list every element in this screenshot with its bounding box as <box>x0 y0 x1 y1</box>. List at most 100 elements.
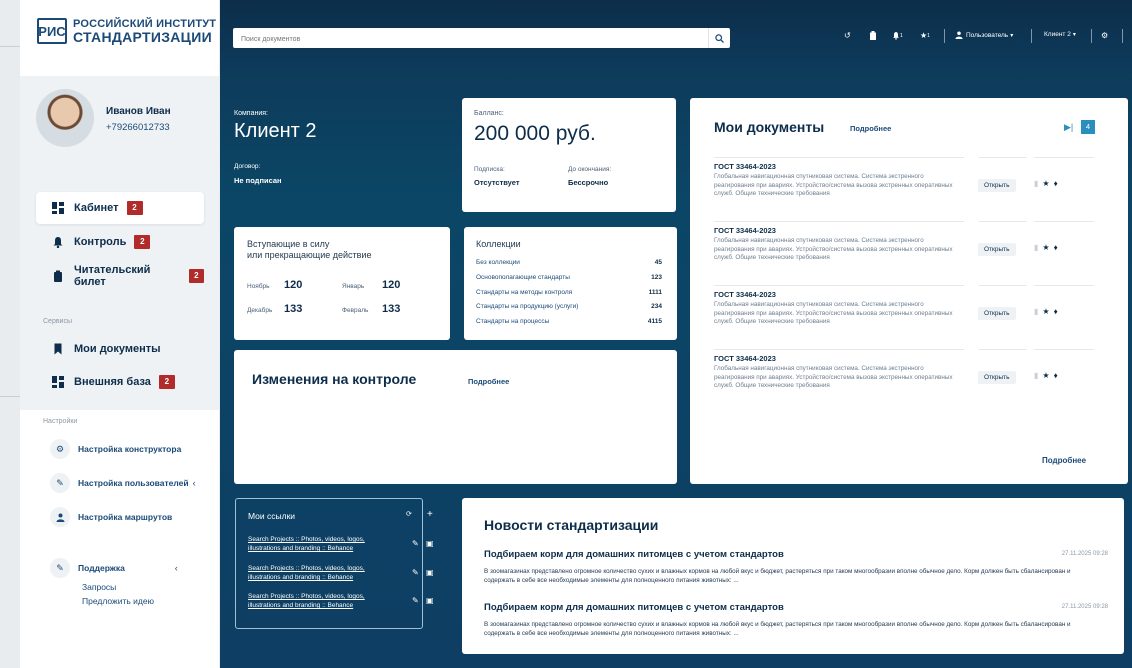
star-icon[interactable]: ★ <box>1042 243 1053 252</box>
support-item[interactable]: ✎ Поддержка ‹ <box>50 558 178 578</box>
document-code[interactable]: ГОСТ 33464-2023 <box>714 162 1094 171</box>
changes-more-link[interactable]: Подробнее <box>468 377 509 386</box>
collection-row[interactable]: Стандарты на процессы 4115 <box>476 318 662 325</box>
main-area: ↺ 1 ★ 1 Пользователь ▾ Клиент 2 ▾ ⚙ Комп… <box>220 0 1132 668</box>
news-item-title[interactable]: Подбираем корм для домашних питомцев с у… <box>484 602 784 613</box>
trash-icon[interactable]: ▣ <box>426 539 434 548</box>
bell-icon[interactable]: ♦ <box>1054 243 1062 252</box>
user-icon <box>955 31 963 39</box>
star-icon[interactable]: ★ <box>1042 371 1053 380</box>
document-description: Глобальная навигационная спутниковая сис… <box>714 237 953 261</box>
collections-card: Коллекции Без коллекции 45 Основополагающ… <box>464 227 677 340</box>
sidebar: РИС РОССИЙСКИЙ ИНСТИТУТ СТАНДАРТИЗАЦИИ И… <box>20 0 219 668</box>
stat-value: 120 <box>284 279 303 291</box>
user-icon <box>50 507 70 527</box>
saved-link[interactable]: Search Projects :: Photos, videos, logos… <box>248 592 378 610</box>
collection-count: 4115 <box>647 318 662 325</box>
trash-icon[interactable]: ▣ <box>426 568 434 577</box>
favorites-button[interactable]: ★ 1 <box>920 31 930 40</box>
document-item: ГОСТ 33464-2023 Глобальная навигационная… <box>714 162 1094 199</box>
company-label: Компания: <box>234 110 268 117</box>
edit-icon[interactable]: ✎ <box>412 568 419 577</box>
divider <box>1034 157 1094 158</box>
saved-link[interactable]: Search Projects :: Photos, videos, logos… <box>248 564 378 582</box>
news-item-title[interactable]: Подбираем корм для домашних питомцев с у… <box>484 549 784 560</box>
count-badge: 2 <box>158 375 175 389</box>
notifications-button[interactable]: 1 <box>892 31 903 40</box>
star-icon[interactable]: ★ <box>1042 179 1053 188</box>
settings-item-label: Настройка конструктора <box>78 444 182 454</box>
trash-icon[interactable]: ▣ <box>426 596 434 605</box>
bell-icon[interactable]: ♦ <box>1054 307 1062 316</box>
my-documents-more-link[interactable]: Подробнее <box>850 124 891 133</box>
subscription-value: Отсутствует <box>474 178 520 187</box>
document-code[interactable]: ГОСТ 33464-2023 <box>714 226 1094 235</box>
count-badge: 2 <box>188 269 204 283</box>
bell-icon[interactable]: ♦ <box>1054 371 1062 380</box>
history-button[interactable]: ↺ <box>844 31 851 40</box>
changes-card: Изменения на контроле Подробнее <box>234 350 677 484</box>
news-item-text: В зоомагазинах представлено огромное кол… <box>484 568 1071 584</box>
my-documents-footer-more[interactable]: Подробнее <box>1042 456 1086 465</box>
documents-count-badge: 4 <box>1081 120 1095 134</box>
support-link-requests[interactable]: Запросы <box>82 582 116 592</box>
menu-item-my-documents[interactable]: Мои документы <box>36 333 204 365</box>
document-item: ГОСТ 33464-2023 Глобальная навигационная… <box>714 226 1094 263</box>
bell-icon[interactable]: ♦ <box>1054 179 1062 188</box>
clipboard-button[interactable] <box>869 31 877 40</box>
collections-title: Коллекции <box>476 239 521 249</box>
bookmark-icon <box>52 343 64 355</box>
edit-icon[interactable]: ✎ <box>412 539 419 548</box>
search-button[interactable] <box>708 28 730 48</box>
open-document-button[interactable]: Открыть <box>978 371 1016 384</box>
open-document-button[interactable]: Открыть <box>978 243 1016 256</box>
open-document-button[interactable]: Открыть <box>978 179 1016 192</box>
logo[interactable]: РИС РОССИЙСКИЙ ИНСТИТУТ СТАНДАРТИЗАЦИИ <box>37 18 216 44</box>
settings-item-users[interactable]: ✎ Настройка пользователей ‹ <box>50 473 196 493</box>
stat-value: 133 <box>382 303 401 315</box>
news-item-text: В зоомагазинах представлено огромное кол… <box>484 621 1071 637</box>
collection-label: Стандарты на продукцию (услуги) <box>476 303 579 310</box>
add-icon[interactable]: + <box>427 509 433 520</box>
collection-label: Стандарты на методы контроля <box>476 289 573 296</box>
menu-item-reader-card[interactable]: Читательский билет 2 <box>36 260 204 292</box>
settings-item-routes[interactable]: Настройка маршрутов <box>50 507 172 527</box>
avatar[interactable] <box>36 89 94 147</box>
search-input[interactable] <box>233 29 703 50</box>
collection-count: 1111 <box>648 289 662 296</box>
skip-to-end-icon[interactable]: ▶| <box>1064 122 1073 133</box>
chevron-down-icon: ▾ <box>1010 32 1014 39</box>
collection-row[interactable]: Стандарты на продукцию (услуги) 234 <box>476 303 662 310</box>
stat-label: Ноябрь <box>247 283 270 290</box>
document-code[interactable]: ГОСТ 33464-2023 <box>714 354 1094 363</box>
divider <box>1034 285 1094 286</box>
client-menu[interactable]: Клиент 2 ▾ <box>1044 31 1076 38</box>
settings-item-constructor[interactable]: ⚙ Настройка конструктора <box>50 439 181 459</box>
saved-link[interactable]: Search Projects :: Photos, videos, logos… <box>248 535 378 553</box>
open-document-button[interactable]: Открыть <box>978 307 1016 320</box>
user-menu[interactable]: Пользователь ▾ <box>955 31 1013 39</box>
star-icon[interactable]: ★ <box>1042 307 1053 316</box>
gears-icon: ⚙ <box>1101 31 1109 40</box>
clipboard-icon <box>52 270 64 282</box>
edit-icon[interactable]: ✎ <box>412 596 419 605</box>
refresh-icon[interactable]: ⟳ <box>406 510 412 518</box>
grid-icon <box>52 376 64 388</box>
menu-item-external-base[interactable]: Внешняя база 2 <box>36 366 204 398</box>
support-link-suggest[interactable]: Предложить идею <box>82 596 154 606</box>
bell-icon <box>893 32 899 40</box>
chevron-left-icon: ‹ <box>174 563 178 573</box>
settings-button[interactable]: ⚙ <box>1101 31 1108 40</box>
document-code[interactable]: ГОСТ 33464-2023 <box>714 290 1094 299</box>
collection-row[interactable]: Стандарты на методы контроля 1111 <box>476 289 662 296</box>
chevron-left-icon: ‹ <box>192 478 196 488</box>
menu-item-cabinet[interactable]: Кабинет 2 <box>36 192 204 224</box>
effective-title-2: или прекращающие действие <box>247 250 372 260</box>
divider <box>714 285 964 286</box>
menu-item-control[interactable]: Контроль 2 <box>36 226 204 258</box>
expiry-value: Бессрочно <box>568 178 609 187</box>
news-item-date: 27.11.2025 09:28 <box>1061 551 1108 557</box>
collection-row[interactable]: Основополагающие стандарты 123 <box>476 274 662 281</box>
collection-row[interactable]: Без коллекции 45 <box>476 259 662 266</box>
search-bar <box>233 28 730 50</box>
